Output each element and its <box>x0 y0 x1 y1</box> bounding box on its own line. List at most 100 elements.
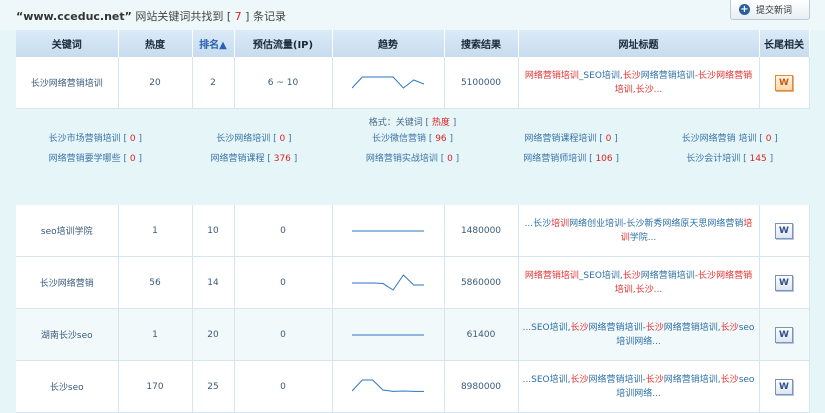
word-doc-icon[interactable]: W <box>775 274 793 291</box>
col-trend: 趋势 <box>332 30 445 57</box>
keyword-cell[interactable]: 湖南长沙seo <box>16 308 119 361</box>
word-doc-icon[interactable]: W <box>775 378 793 395</box>
col-rank[interactable]: 排名▲ <box>192 30 235 57</box>
url-title-link[interactable]: ...SEO培训,长沙网络营销培训-长沙网络营销培训,长沙seo培训网络... <box>523 373 755 401</box>
related-keywords-row: 格式：关键词 [ 热度 ] 长沙市场营销培训 [ 0 ] 长沙网络培训 [ 0 ] 长… <box>16 108 809 205</box>
title-fragment: 长沙 <box>622 270 641 281</box>
results-cell: 1480000 <box>444 205 519 257</box>
title-fragment: 长沙 <box>720 374 739 385</box>
col-longtail: 长尾相关 <box>759 30 810 57</box>
col-keyword[interactable]: 关键词 <box>16 30 119 57</box>
related-keyword-link[interactable]: 网络营销师培训 [ 106 ] <box>492 151 651 164</box>
traffic-cell: 0 <box>234 205 333 257</box>
trend-line <box>352 379 424 392</box>
col-heat[interactable]: 热度 <box>118 30 193 57</box>
title-cell[interactable]: ...SEO培训,长沙网络营销培训-长沙网络营销培训,长沙seo培训网络... <box>518 308 760 361</box>
related-keyword-heat: 376 <box>273 154 291 164</box>
title-cell[interactable]: 网络营销培训_SEO培训,长沙网络营销培训-长沙网络营销培训,长沙... <box>518 256 760 309</box>
related-keyword-heat: 96 <box>435 134 447 144</box>
title-fragment: 长沙 <box>645 322 664 333</box>
url-title-link[interactable]: ...SEO培训,长沙网络营销培训-长沙网络营销培训,长沙seo培训网络... <box>523 321 755 349</box>
heat-cell: 20 <box>118 57 193 109</box>
rank-cell: 14 <box>192 256 235 309</box>
related-keyword-name: 长沙微信营销 <box>371 134 426 144</box>
related-grid: 长沙市场营销培训 [ 0 ] 长沙网络培训 [ 0 ] 长沙微信营销 [ 96 ] 网… <box>16 131 809 164</box>
title-cell[interactable]: ...SEO培训,长沙网络营销培训-长沙网络营销培训,长沙seo培训网络... <box>518 360 760 413</box>
title-fragment: 网络营销培训 <box>524 270 579 281</box>
trend-sparkline <box>352 230 424 231</box>
hint-text: 格式：关键词 [ <box>368 118 432 128</box>
title-fragment: 网络创业培训-长沙新秀网络原天思网络营销 <box>569 218 744 229</box>
related-keyword-name: 网络营销师培训 <box>523 154 587 164</box>
keyword-cell[interactable]: 长沙seo <box>16 360 119 413</box>
title-fragment: 网络营销培训 <box>524 70 579 81</box>
table-row: 长沙网络营销 56 14 0 5860000 网络营销培训_SEO培训,长沙网络营销培训-… <box>16 256 810 309</box>
title-cell[interactable]: 网络营销培训_SEO培训,长沙网络营销培训-长沙网络营销培训,长沙... <box>518 57 760 109</box>
related-keyword-link[interactable]: 网络营销课程培训 [ 0 ] <box>492 131 651 144</box>
col-title: 网址标题 <box>518 30 760 57</box>
keyword-cell[interactable]: 长沙网络营销培训 <box>16 57 119 109</box>
related-keyword-link[interactable]: 长沙会计培训 [ 145 ] <box>650 151 809 164</box>
submit-new-keyword-button[interactable]: + 提交新词 <box>730 0 810 20</box>
keyword-cell[interactable]: seo培训学院 <box>16 205 119 257</box>
title-fragment: 网络营销培训, <box>663 322 721 333</box>
result-summary: “www.cceduc.net” 网站关键词共找到 [ 7 ] 条记录 <box>16 8 286 24</box>
title-cell[interactable]: ...长沙培训网络创业培训-长沙新秀网络原天思网络营销培训学院... <box>518 205 760 257</box>
format-hint: 格式：关键词 [ 热度 ] <box>16 115 809 128</box>
table-header-row: 关键词 热度 排名▲ 预估流量(IP) 趋势 搜索结果 网址标题 长尾相关 <box>16 30 810 57</box>
related-keywords-cell: 格式：关键词 [ 热度 ] 长沙市场营销培训 [ 0 ] 长沙网络培训 [ 0 ] 长… <box>16 108 809 205</box>
longtail-cell[interactable]: W <box>759 205 810 257</box>
related-keyword-name: 网络营销课程 <box>210 154 265 164</box>
related-keyword-heat: 106 <box>595 154 613 164</box>
related-keyword-link[interactable]: 网络营销要学哪些 [ 0 ] <box>16 151 175 164</box>
trend-sparkline <box>352 273 424 291</box>
url-title-link[interactable]: 网络营销培训_SEO培训,长沙网络营销培训-长沙网络营销培训,长沙... <box>523 269 755 297</box>
url-title-link[interactable]: 网络营销培训_SEO培训,长沙网络营销培训-长沙网络营销培训,长沙... <box>523 69 755 97</box>
title-fragment: -长沙 <box>694 70 717 81</box>
longtail-cell[interactable]: W <box>759 57 810 109</box>
longtail-cell[interactable]: W <box>759 256 810 309</box>
heat-cell: 1 <box>118 205 193 257</box>
keyword-table: 关键词 热度 排名▲ 预估流量(IP) 趋势 搜索结果 网址标题 长尾相关 长沙… <box>16 30 810 413</box>
rank-cell: 2 <box>192 57 235 109</box>
heat-cell: 1 <box>118 308 193 361</box>
title-fragment: 网络营销培训 <box>640 270 695 281</box>
word-doc-icon[interactable]: W <box>775 326 793 343</box>
longtail-cell[interactable]: W <box>759 308 810 361</box>
summary-text-after: ] 条记录 <box>241 10 286 23</box>
longtail-cell[interactable]: W <box>759 360 810 413</box>
keyword-cell[interactable]: 长沙网络营销 <box>16 256 119 309</box>
related-keyword-heat: 145 <box>749 154 767 164</box>
related-keyword-link[interactable]: 网络营销课程 [ 376 ] <box>175 151 334 164</box>
col-traffic[interactable]: 预估流量(IP) <box>234 30 333 57</box>
title-fragment: 网络营销培训 <box>640 70 695 81</box>
title-fragment: 培训 <box>551 218 570 229</box>
heat-cell: 56 <box>118 256 193 309</box>
traffic-cell: 0 <box>234 360 333 413</box>
related-keyword-link[interactable]: 长沙微信营销 [ 96 ] <box>333 131 492 144</box>
trend-cell <box>332 57 445 109</box>
related-keyword-link[interactable]: 长沙网络培训 [ 0 ] <box>175 131 334 144</box>
table-row: seo培训学院 1 10 0 1480000 ...长沙培训网络创业培训-长沙新秀网络原天… <box>16 205 810 257</box>
related-keyword-name: 网络营销实战培训 <box>365 154 438 164</box>
traffic-cell: 0 <box>234 256 333 309</box>
related-keyword-link[interactable]: 长沙网络营销 培训 [ 0 ] <box>650 131 809 144</box>
word-doc-orange-icon[interactable]: W <box>775 74 793 91</box>
traffic-cell: 0 <box>234 308 333 361</box>
col-results[interactable]: 搜索结果 <box>444 30 519 57</box>
title-fragment: 长沙 <box>720 322 739 333</box>
title-fragment: ...长沙 <box>524 218 552 229</box>
rank-cell: 10 <box>192 205 235 257</box>
word-doc-icon[interactable]: W <box>775 222 793 239</box>
submit-button-label: 提交新词 <box>756 6 793 16</box>
related-keyword-link[interactable]: 长沙市场营销培训 [ 0 ] <box>16 131 175 144</box>
related-keyword-name: 长沙网络培训 <box>216 134 271 144</box>
title-fragment: _SEO培训, <box>578 70 623 81</box>
related-keyword-name: 长沙网络营销 培训 <box>681 134 757 144</box>
trend-line <box>352 76 424 89</box>
record-count: 7 <box>234 10 242 23</box>
related-keyword-link[interactable]: 网络营销实战培训 [ 0 ] <box>333 151 492 164</box>
related-keywords: 格式：关键词 [ 热度 ] 长沙市场营销培训 [ 0 ] 长沙网络培训 [ 0 ] 长… <box>16 109 809 205</box>
results-cell: 8980000 <box>444 360 519 413</box>
url-title-link[interactable]: ...长沙培训网络创业培训-长沙新秀网络原天思网络营销培训学院... <box>523 217 755 245</box>
